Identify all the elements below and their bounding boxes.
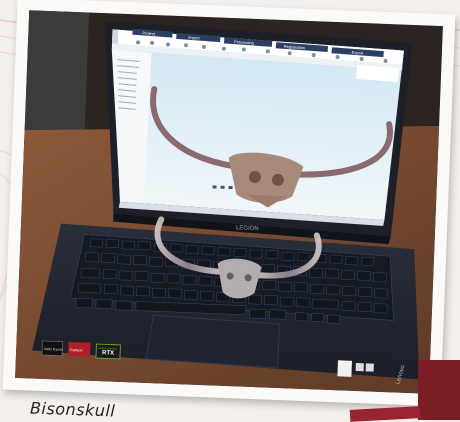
sticker-radeon: Radeon [70,348,82,352]
tab-export-label: Export [351,50,364,56]
tab-project-label: Project [142,30,156,36]
tab-import-label: Import [188,35,201,41]
caption: Bisonskull [29,398,116,421]
sticker-amd: AMD Ryzen [44,347,63,352]
photo-frame: Project Import Processing Registration E… [2,0,456,407]
laptop-scene: Project Import Processing Registration E… [15,10,443,394]
photo: Project Import Processing Registration E… [15,10,443,394]
touchpad [145,314,280,369]
decor-red-corner [418,360,460,420]
sticker-rtx: RTX [102,350,114,356]
brand-label: LEGION [236,225,259,232]
